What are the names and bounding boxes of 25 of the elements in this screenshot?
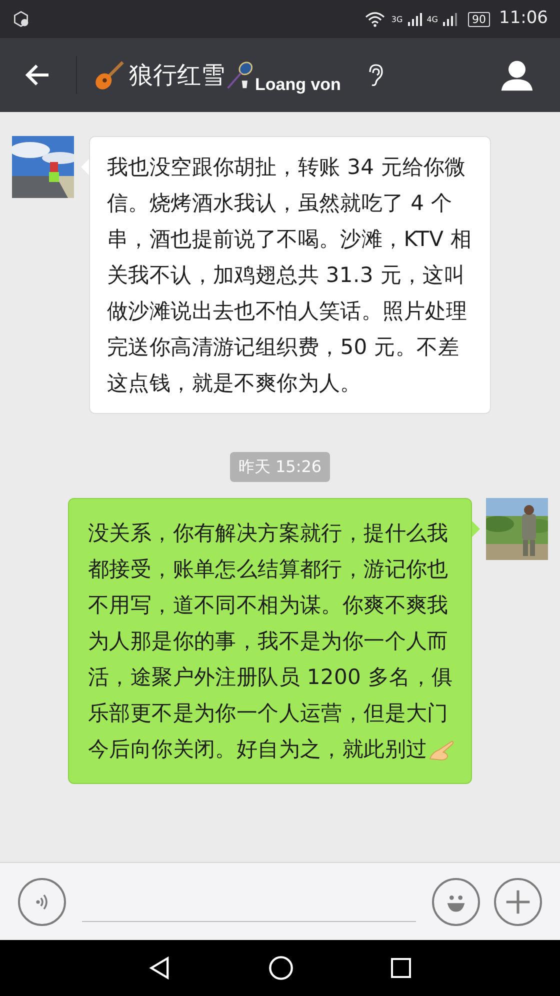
badminton-racket-icon [225, 60, 255, 90]
profile-button[interactable] [500, 58, 534, 92]
person-icon [500, 58, 534, 92]
signal-icon [443, 12, 457, 26]
notification-icon [12, 10, 30, 28]
network-label: 4G [426, 14, 438, 26]
chat-title: 狼行红雪 [129, 60, 225, 91]
message-text: 我也没空跟你胡扯，转账 34 元给你微信。烧烤酒水我认，虽然就吃了 4 个串，酒也提前说了不喝。沙滩，KTV 相关我不认，加鸡翅总共 31.3 元，这叫做沙滩说出去也不怕人笑话。照片处理完送你高清游记组织费，50 元。不差这点钱，就是不爽你为人。 [107, 155, 472, 395]
chat-subtitle: Loang von [255, 74, 341, 96]
signal-icon [408, 12, 422, 26]
guitar-icon [93, 58, 127, 92]
circle-home-icon [268, 955, 294, 981]
home-button[interactable] [268, 955, 294, 981]
add-button[interactable] [494, 878, 542, 926]
message-text: 没关系，你有解决方案就行，提什么我都接受，账单怎么结算都行，游记你也不用写，道不同不相为谋。你爽不爽我为人那是你的事，我不是为你一个人而活，途聚户外注册队员 1200 多名，俱乐部更不是为你一个人运营，但是大门今后向你关闭。好自为之，就此别过 [88, 521, 456, 761]
plus-icon [504, 888, 532, 916]
voice-button[interactable] [18, 878, 66, 926]
square-recents-icon [388, 956, 413, 980]
timestamp: 昨天 15:26 [230, 452, 330, 482]
emoji-button[interactable] [432, 878, 480, 926]
recents-button[interactable] [388, 956, 413, 980]
battery-level: 90 [468, 12, 490, 26]
wifi-icon [364, 11, 386, 27]
network-label: 3G [391, 14, 403, 26]
clock: 11:06 [499, 7, 548, 30]
